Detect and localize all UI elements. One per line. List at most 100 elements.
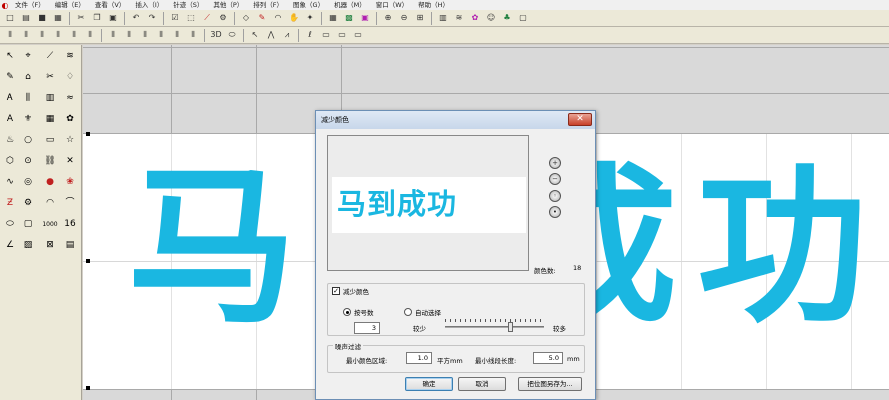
align-right-icon[interactable]: ⫴	[19, 28, 33, 42]
sequin-icon[interactable]: ⊙	[20, 154, 36, 169]
ribbon-icon[interactable]: ⚜	[20, 112, 36, 127]
menu-item-5[interactable]: 其他（P）	[208, 0, 248, 10]
menu-item-2[interactable]: 查看（V）	[90, 0, 130, 10]
tablet-icon[interactable]: ▤	[62, 238, 78, 253]
zoom-in-icon[interactable]: ⊕	[381, 11, 395, 25]
wave-icon[interactable]: ∿	[2, 175, 18, 190]
box-tool-icon[interactable]: ▢	[20, 217, 36, 232]
rectangle-tool-icon[interactable]: ▭	[42, 133, 58, 148]
menu-item-7[interactable]: 图象（G）	[288, 0, 329, 10]
undo-icon[interactable]: ↶	[129, 11, 143, 25]
letter-n-icon[interactable]: Ƶ	[2, 196, 18, 211]
menu-item-0[interactable]: 文件（F）	[10, 0, 50, 10]
polygon-tool-icon[interactable]: ⬡	[2, 154, 18, 169]
paste-icon[interactable]: ▣	[106, 11, 120, 25]
align-top-icon[interactable]: ⫴	[35, 28, 49, 42]
flat-fill-icon[interactable]: ▨	[20, 238, 36, 253]
curve-tool-icon[interactable]: ◠	[42, 196, 58, 211]
angle-icon[interactable]: ∠	[2, 238, 18, 253]
picture-icon[interactable]: ▩	[342, 11, 356, 25]
zoom-fit-icon[interactable]: ◦	[549, 190, 561, 202]
motif-icon[interactable]: ▭	[335, 28, 349, 42]
line-tool-icon[interactable]: ⟋	[42, 49, 58, 64]
zoom-actual-icon[interactable]: •	[549, 206, 561, 218]
new-file-icon[interactable]: □	[3, 11, 17, 25]
stitch-path-icon[interactable]: ⋀	[264, 28, 278, 42]
space-h-icon[interactable]: ⫴	[106, 28, 120, 42]
stitch-a-icon[interactable]: Ꭺ	[2, 91, 18, 106]
menu-item-10[interactable]: 帮助（H）	[413, 0, 454, 10]
save-icon[interactable]: ■	[35, 11, 49, 25]
applique-icon[interactable]: ✿	[62, 112, 78, 127]
tree-icon[interactable]: ♣	[500, 11, 514, 25]
frame-icon[interactable]: ▢	[516, 11, 530, 25]
color-slider-track[interactable]	[445, 326, 544, 328]
gear-wheel-icon[interactable]: ⚙	[20, 196, 36, 211]
chain-icon[interactable]: ⛓	[42, 154, 58, 169]
grid-icon[interactable]: ▦	[326, 11, 340, 25]
color-count-input[interactable]	[354, 322, 380, 334]
contour-icon[interactable]: ⊠	[42, 238, 58, 253]
zoom-out-icon[interactable]: −	[549, 173, 561, 185]
ellipse-tool-icon[interactable]: ⬭	[2, 217, 18, 232]
menu-item-8[interactable]: 机器（M）	[329, 0, 371, 10]
distribute-v-icon[interactable]: ⫴	[83, 28, 97, 42]
rotate-icon[interactable]: ⫴	[170, 28, 184, 42]
people-icon[interactable]: ☺	[484, 11, 498, 25]
cursor-arrow-icon[interactable]: ↖	[248, 28, 262, 42]
fill-icon[interactable]: ▥	[42, 91, 58, 106]
satin-stitch-icon[interactable]: ℓ	[303, 28, 317, 42]
selection-handle[interactable]	[86, 386, 90, 390]
hand-icon[interactable]: ✋	[287, 11, 301, 25]
selection-handle[interactable]	[86, 132, 90, 136]
radio-by-count-dot[interactable]	[343, 308, 351, 316]
zoom-in-icon[interactable]: +	[549, 157, 561, 169]
ungroup-icon[interactable]: ⫴	[154, 28, 168, 42]
menu-item-6[interactable]: 排列（F）	[248, 0, 288, 10]
abc-text-icon[interactable]: 1000	[42, 217, 58, 232]
color-icon[interactable]: ▣	[358, 11, 372, 25]
pen-icon[interactable]: ✎	[255, 11, 269, 25]
align-bottom-icon[interactable]: ⫴	[51, 28, 65, 42]
scissors-icon[interactable]: ✂	[42, 70, 58, 85]
arc-tool-icon[interactable]: ⌒	[62, 196, 78, 211]
cross-stitch-icon[interactable]: ✕	[62, 154, 78, 169]
min-area-input[interactable]	[406, 352, 432, 364]
space-v-icon[interactable]: ⫴	[122, 28, 136, 42]
column-icon[interactable]: ⫼	[20, 91, 36, 106]
checkbox-box[interactable]: ✓	[332, 287, 340, 295]
menu-item-1[interactable]: 编辑（E）	[50, 0, 90, 10]
satin-icon[interactable]: ♢	[62, 70, 78, 85]
stitch-icon[interactable]: ≋	[452, 11, 466, 25]
menu-item-9[interactable]: 窗口（W）	[371, 0, 413, 10]
menu-item-4[interactable]: 针迹（S）	[168, 0, 208, 10]
rose-icon[interactable]: ❀	[62, 175, 78, 190]
fill-pattern-icon[interactable]: ▥	[436, 11, 450, 25]
menu-item-3[interactable]: 插入（I）	[130, 0, 168, 10]
radio-auto-select[interactable]: 自动选择	[404, 307, 441, 317]
star-tool-icon[interactable]: ☆	[62, 133, 78, 148]
3d-view-icon[interactable]: 3D	[209, 28, 223, 42]
rect-select-icon[interactable]: ☑	[168, 11, 182, 25]
open-folder-icon[interactable]: ▤	[19, 11, 33, 25]
node-select-icon[interactable]: ⌖	[20, 49, 36, 64]
print-icon[interactable]: ▦	[51, 11, 65, 25]
mirror-icon[interactable]: ⫴	[186, 28, 200, 42]
copy-icon[interactable]: ❐	[90, 11, 104, 25]
shape-icon[interactable]: ◇	[239, 11, 253, 25]
tool-icon[interactable]: ⚙	[216, 11, 230, 25]
distribute-h-icon[interactable]: ⫴	[67, 28, 81, 42]
radio-auto-select-dot[interactable]	[404, 308, 412, 316]
border-icon[interactable]: ▭	[351, 28, 365, 42]
zigzag-icon[interactable]: ≋	[62, 49, 78, 64]
reduce-colors-checkbox[interactable]: ✓ 减少颜色	[332, 286, 371, 296]
save-bitmap-button[interactable]: 把位图另存为...	[518, 377, 582, 391]
radio-by-count[interactable]: 按号数	[343, 307, 374, 317]
pen-tool-icon[interactable]: ✎	[2, 70, 18, 85]
text-a-icon[interactable]: A	[2, 112, 18, 127]
align-left-icon[interactable]: ⫴	[3, 28, 17, 42]
curve-icon[interactable]: ◠	[271, 11, 285, 25]
ok-button[interactable]: 确定	[405, 377, 453, 391]
min-segment-input[interactable]	[533, 352, 563, 364]
group-icon[interactable]: ⫴	[138, 28, 152, 42]
